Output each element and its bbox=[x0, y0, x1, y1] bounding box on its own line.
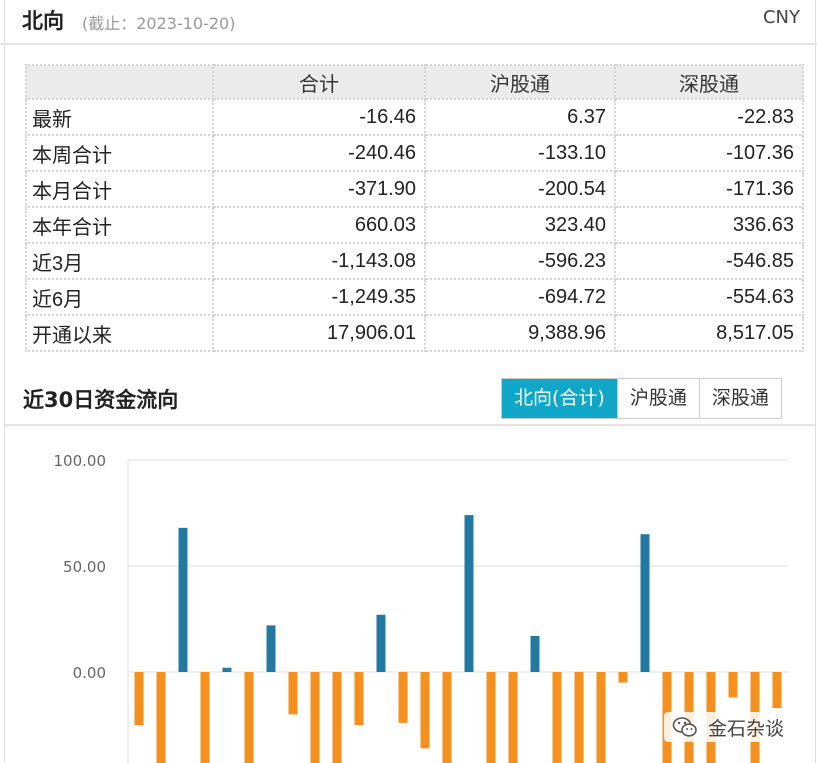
tab-shanghai-connect[interactable]: 沪股通 bbox=[616, 379, 699, 418]
table-cell: -371.90 bbox=[212, 170, 426, 208]
y-tick-label: 100.00 bbox=[54, 452, 107, 470]
bar bbox=[288, 672, 298, 715]
column-header-shanghai: 沪股通 bbox=[424, 64, 616, 100]
bar bbox=[508, 672, 518, 763]
table-cell: -171.36 bbox=[614, 170, 804, 208]
bar bbox=[354, 672, 364, 725]
table-cell: 323.40 bbox=[424, 206, 616, 244]
tab-northbound-total[interactable]: 北向(合计) bbox=[502, 379, 617, 418]
row-label: 近6月 bbox=[25, 278, 214, 316]
table-cell: -546.85 bbox=[614, 242, 804, 280]
table-cell: -22.83 bbox=[614, 98, 804, 136]
table-cell: 336.63 bbox=[614, 206, 804, 244]
tab-shenzhen-connect[interactable]: 深股通 bbox=[698, 379, 781, 418]
table-row: 近6月 -1,249.35 -694.72 -554.63 bbox=[25, 278, 804, 316]
table-cell: -596.23 bbox=[424, 242, 616, 280]
table-header-row: 合计 沪股通 深股通 bbox=[25, 64, 804, 100]
bar bbox=[332, 672, 342, 763]
table-row: 本年合计 660.03 323.40 336.63 bbox=[25, 206, 804, 244]
bar bbox=[442, 672, 452, 763]
cutoff-date: (截止：2023-10-20) bbox=[82, 14, 236, 33]
header: 北向 (截止：2023-10-20) CNY bbox=[0, 0, 817, 45]
row-label: 本周合计 bbox=[25, 134, 214, 172]
table-row: 本周合计 -240.46 -133.10 -107.36 bbox=[25, 134, 804, 172]
table-cell: -200.54 bbox=[424, 170, 616, 208]
table-row: 近3月 -1,143.08 -596.23 -546.85 bbox=[25, 242, 804, 280]
bar bbox=[134, 672, 144, 725]
table-cell: -16.46 bbox=[212, 98, 426, 136]
bar bbox=[156, 672, 166, 763]
bar bbox=[376, 614, 386, 672]
bar bbox=[618, 672, 628, 683]
bar bbox=[486, 672, 496, 763]
column-header-shenzhen: 深股通 bbox=[614, 64, 804, 100]
bar bbox=[640, 534, 650, 672]
bar bbox=[728, 672, 738, 698]
y-tick-label: 50.00 bbox=[63, 558, 106, 576]
row-label: 本月合计 bbox=[25, 170, 214, 208]
bar bbox=[178, 527, 188, 672]
table-cell: 8,517.05 bbox=[614, 314, 804, 352]
bar bbox=[266, 625, 276, 672]
column-header-total: 合计 bbox=[212, 64, 426, 100]
y-tick-label: 0.00 bbox=[73, 664, 106, 682]
table-cell: 6.37 bbox=[424, 98, 616, 136]
watermark: 金石杂谈 bbox=[664, 712, 804, 742]
bar bbox=[530, 635, 540, 672]
bar bbox=[552, 672, 562, 763]
column-header bbox=[25, 64, 214, 100]
row-label: 近3月 bbox=[25, 242, 214, 280]
table-row: 开通以来 17,906.01 9,388.96 8,517.05 bbox=[25, 314, 804, 352]
bar bbox=[772, 672, 782, 709]
wechat-icon bbox=[672, 717, 697, 737]
table-cell: -554.63 bbox=[614, 278, 804, 316]
watermark-text: 金石杂谈 bbox=[708, 718, 785, 740]
row-label: 本年合计 bbox=[25, 206, 214, 244]
currency-label: CNY bbox=[762, 7, 800, 28]
bar bbox=[574, 672, 584, 763]
table-cell: 17,906.01 bbox=[212, 314, 426, 352]
table-cell: -107.36 bbox=[614, 134, 804, 172]
bar bbox=[420, 672, 430, 749]
table-cell: -1,249.35 bbox=[212, 278, 426, 316]
bar bbox=[310, 672, 320, 763]
flow-tabs: 北向(合计) 沪股通 深股通 bbox=[501, 378, 782, 419]
bar bbox=[222, 667, 232, 672]
bar bbox=[244, 672, 254, 763]
row-label: 开通以来 bbox=[25, 314, 214, 352]
section-title: 近30日资金流向 bbox=[23, 388, 179, 412]
row-label: 最新 bbox=[25, 98, 214, 136]
table-cell: 9,388.96 bbox=[424, 314, 616, 352]
table-cell: -133.10 bbox=[424, 134, 616, 172]
bar bbox=[464, 515, 474, 672]
bar bbox=[200, 672, 210, 763]
northbound-flow-table: 合计 沪股通 深股通 最新 -16.46 6.37 -22.83 本周合计 -240.4… bbox=[25, 64, 804, 352]
page-title: 北向 bbox=[22, 9, 64, 33]
table-cell: 660.03 bbox=[212, 206, 426, 244]
bar bbox=[596, 672, 606, 763]
table-cell: -240.46 bbox=[212, 134, 426, 172]
table-cell: -1,143.08 bbox=[212, 242, 426, 280]
bar bbox=[398, 672, 408, 723]
table-cell: -694.72 bbox=[424, 278, 616, 316]
table-row: 最新 -16.46 6.37 -22.83 bbox=[25, 98, 804, 136]
table-row: 本月合计 -371.90 -200.54 -171.36 bbox=[25, 170, 804, 208]
